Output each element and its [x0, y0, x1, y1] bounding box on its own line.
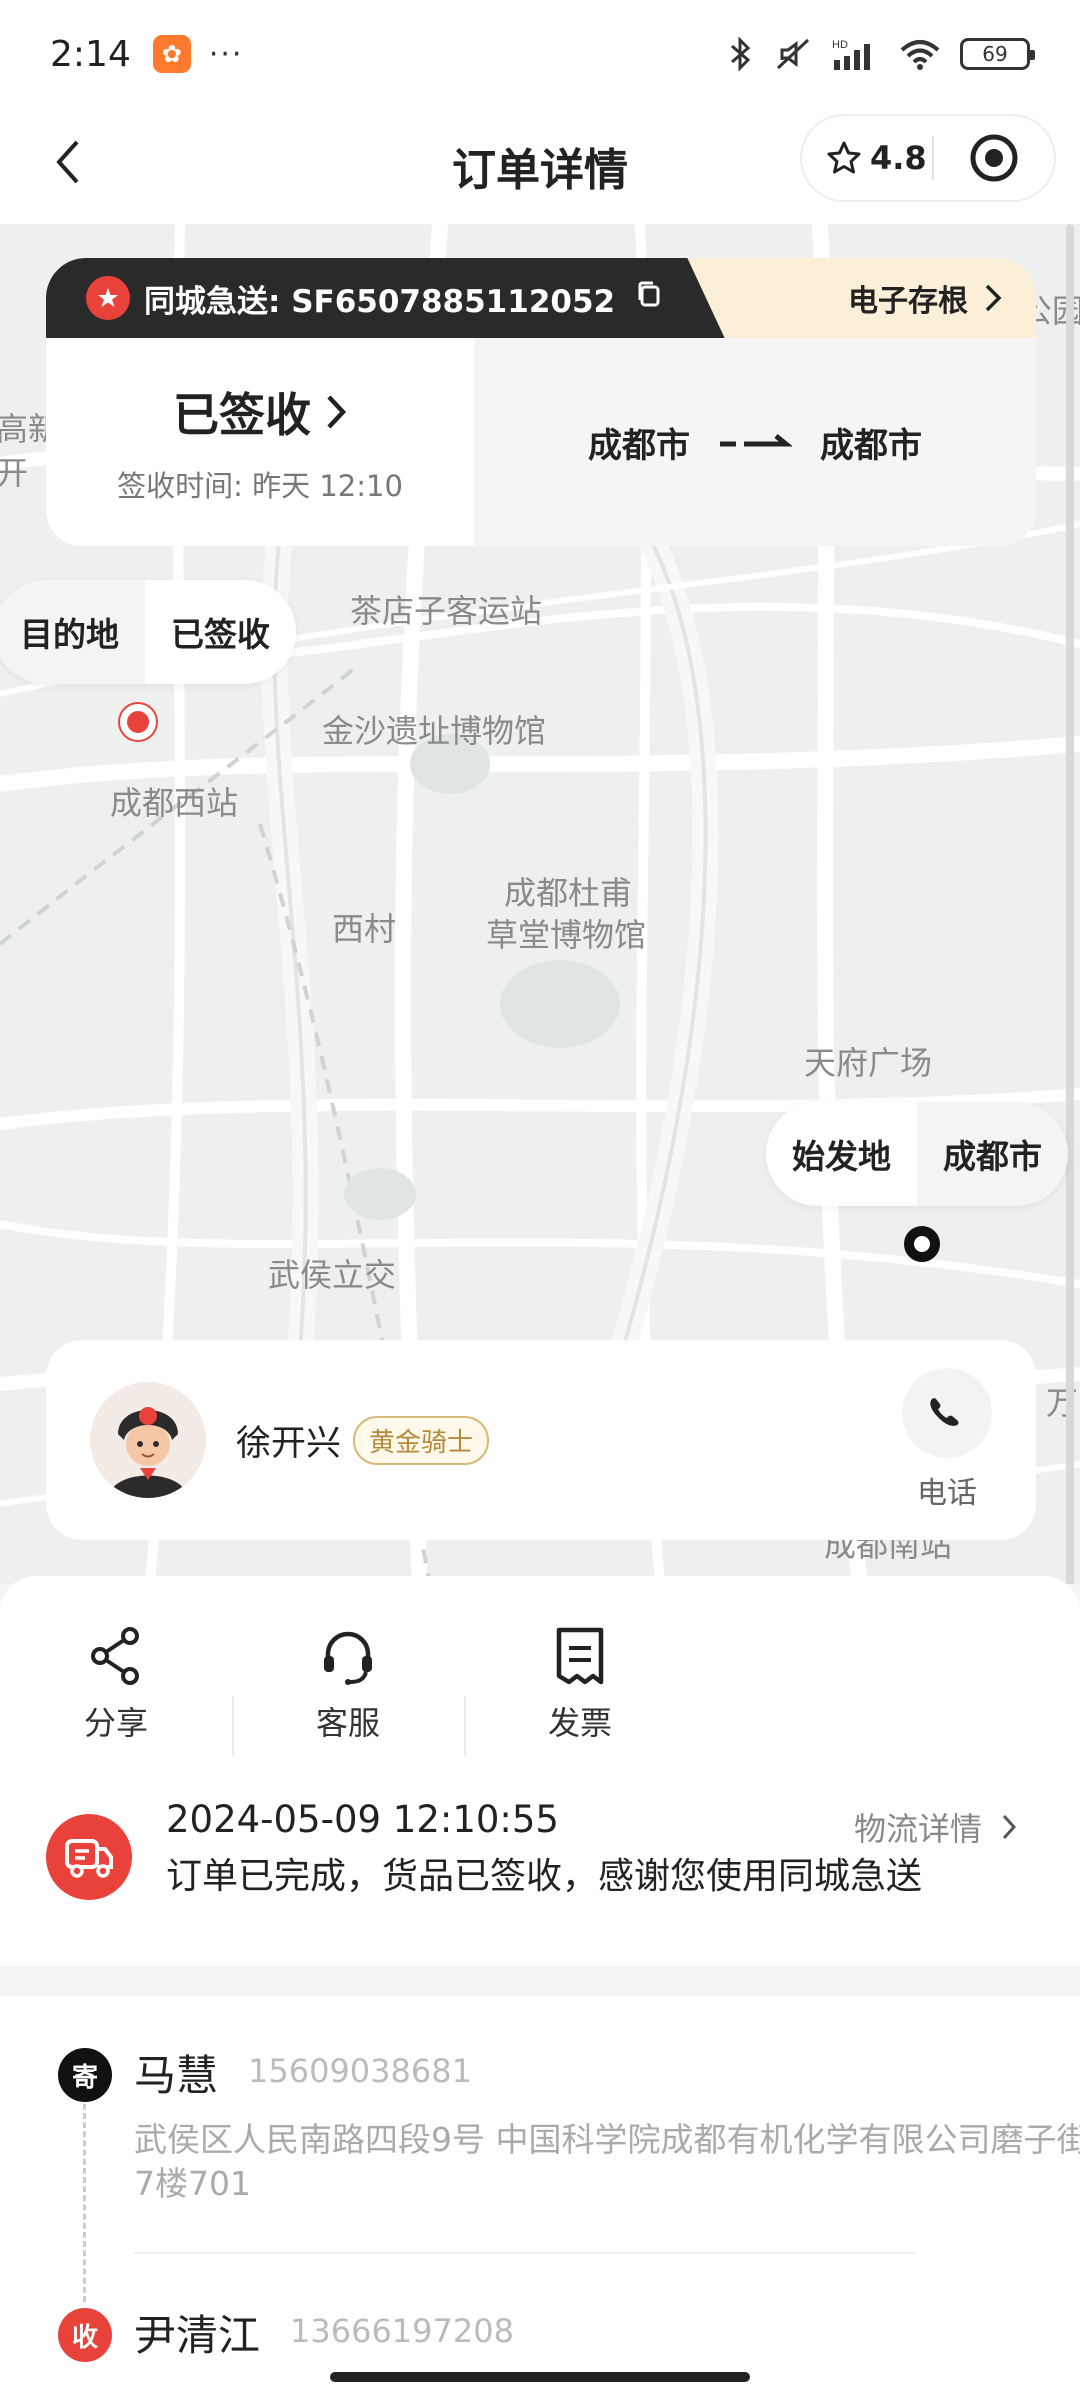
star-icon	[827, 141, 861, 174]
mini-program-capsule: 4.8	[800, 114, 1056, 202]
invoice-icon	[556, 1627, 604, 1685]
logistics-detail-link[interactable]: 物流详情	[854, 1804, 1016, 1850]
destination-value: 已签收	[145, 580, 296, 684]
copy-icon[interactable]	[633, 278, 665, 318]
logistics-detail-label: 物流详情	[853, 1810, 982, 1848]
divider	[134, 2252, 916, 2254]
destination-tag[interactable]: 目的地 已签收	[0, 580, 296, 684]
map-label: 成都西站	[110, 784, 239, 822]
status-icons: HD 69	[726, 36, 1035, 72]
bottom-sheet: 分享 客服 发票 2024-05-09 12:10:55 订单已完成，货品已签收…	[0, 1576, 1080, 1966]
more-notifications-icon: ···	[208, 36, 244, 72]
headset-icon	[324, 1631, 372, 1685]
scrollbar[interactable]	[1066, 224, 1074, 1584]
delivery-status: 已签收	[173, 388, 311, 442]
sender-phone[interactable]: 15609038681	[248, 2052, 472, 2090]
phone-icon	[930, 1398, 959, 1426]
sf-logo-icon	[86, 276, 130, 320]
sender-address: 武侯区人民南路四段9号 中国科学院成都有机化学有限公司磨子街 7楼701	[134, 2120, 1080, 2203]
status-bar: 2:14 ✿ ··· HD 69	[0, 0, 1080, 108]
to-city: 成都市	[820, 425, 922, 466]
share-button[interactable]: 分享	[0, 1626, 232, 1786]
rider-name: 徐开兴	[236, 1423, 342, 1464]
origin-tag[interactable]: 始发地 成都市	[766, 1102, 1068, 1206]
origin-pin-icon	[904, 1226, 940, 1262]
customer-service-label: 客服	[315, 1704, 380, 1742]
latest-status[interactable]: 2024-05-09 12:10:55 订单已完成，货品已签收，感谢您使用同城急…	[46, 1798, 1046, 1918]
route-arrow-icon	[720, 434, 792, 447]
svg-text:HD: HD	[832, 39, 848, 51]
share-label: 分享	[83, 1704, 148, 1742]
chevron-right-icon	[1002, 1814, 1016, 1840]
app-notification-icon: ✿	[152, 35, 191, 73]
map-label: 茶店子客运站	[350, 592, 543, 630]
invoice-label: 发票	[547, 1704, 612, 1742]
sign-time: 签收时间: 昨天 12:10	[117, 469, 403, 503]
order-number: 同城急送: SF6507885112052	[144, 283, 616, 320]
receiver-name: 尹清江	[134, 2311, 261, 2360]
receiver-phone[interactable]: 13666197208	[290, 2312, 514, 2350]
home-indicator[interactable]	[330, 2372, 750, 2382]
origin-label: 始发地	[766, 1102, 917, 1206]
destination-label: 目的地	[0, 580, 145, 684]
rider-card: 徐开兴 黄金骑士 电话	[46, 1340, 1036, 1540]
close-miniprogram-button[interactable]	[934, 133, 1054, 183]
order-head: 同城急送: SF6507885112052 电子存根	[46, 258, 1036, 338]
call-label: 电话	[917, 1476, 977, 1511]
battery-level: 69	[982, 42, 1008, 66]
latest-datetime: 2024-05-09 12:10:55	[166, 1798, 559, 1841]
receipt-link[interactable]: 电子存根	[666, 258, 1036, 338]
action-row: 分享 客服 发票	[0, 1626, 700, 1786]
latest-message: 订单已完成，货品已签收，感谢您使用同城急送	[166, 1856, 923, 1897]
order-status-body: 已签收 签收时间: 昨天 12:10 成都市 成都市	[46, 338, 1036, 546]
route-summary: 成都市 成都市	[474, 338, 1036, 546]
battery-icon: 69	[960, 38, 1035, 70]
map-label: 草堂博物馆	[486, 916, 647, 954]
truck-icon	[46, 1814, 132, 1900]
call-rider-button[interactable]: 电话	[902, 1368, 992, 1512]
status-block[interactable]: 已签收 签收时间: 昨天 12:10	[46, 338, 474, 546]
mute-icon	[776, 38, 810, 70]
order-card: 同城急送: SF6507885112052 电子存根 已签收 签收时间: 昨天 …	[46, 258, 1036, 546]
bluetooth-icon	[731, 36, 751, 72]
customer-service-button[interactable]: 客服	[232, 1626, 464, 1786]
sender-tag: 寄	[58, 2048, 112, 2102]
status-time: 2:14	[50, 33, 131, 75]
sender-name: 马慧	[134, 2051, 219, 2100]
invoice-button[interactable]: 发票	[464, 1626, 696, 1786]
map-label: 天府广场	[804, 1044, 933, 1082]
receiver-tag: 收	[58, 2308, 112, 2362]
from-city: 成都市	[588, 425, 690, 466]
rating-button[interactable]: 4.8	[802, 139, 932, 177]
rating-value: 4.8	[870, 139, 927, 177]
nav-header: 订单详情 4.8	[0, 108, 1080, 224]
destination-pin-icon	[120, 704, 156, 740]
rider-avatar[interactable]	[90, 1382, 206, 1498]
rider-level-badge: 黄金骑士	[353, 1415, 490, 1465]
share-icon	[91, 1627, 139, 1685]
map-label: 西村	[332, 910, 397, 948]
call-button-circle[interactable]	[902, 1368, 992, 1458]
receipt-label: 电子存根	[848, 284, 968, 319]
map-label: 武侯立交	[268, 1256, 397, 1294]
origin-value: 成都市	[917, 1102, 1068, 1206]
map-label: 成都杜甫	[504, 874, 633, 912]
map-label: 金沙遗址博物馆	[322, 712, 547, 750]
chevron-right-icon	[985, 284, 1002, 312]
order-number-bar: 同城急送: SF6507885112052	[46, 258, 666, 338]
chevron-right-icon	[327, 395, 347, 429]
target-icon	[970, 134, 1018, 182]
wifi-icon	[900, 40, 940, 70]
map-label: 开	[0, 454, 29, 492]
signal-icon: HD	[832, 39, 870, 70]
